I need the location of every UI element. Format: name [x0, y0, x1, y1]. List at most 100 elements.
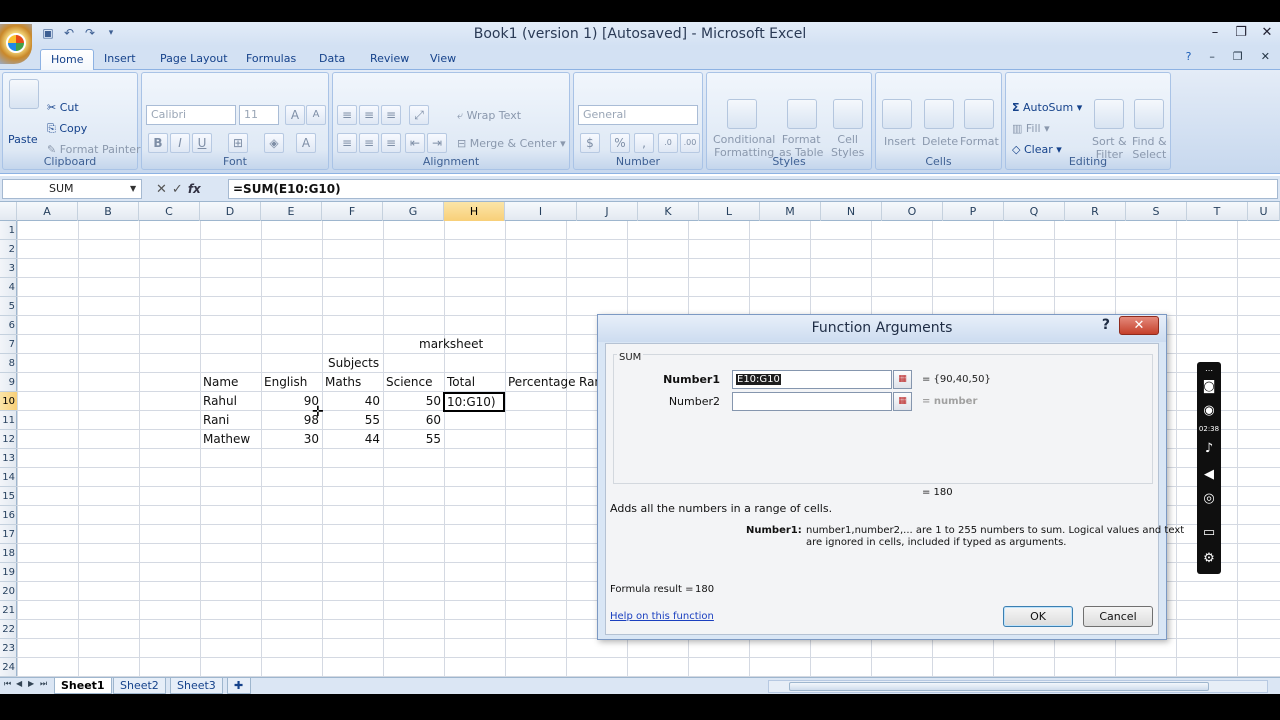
column-header[interactable]: F: [322, 202, 383, 221]
maths-score[interactable]: 44: [322, 430, 380, 449]
paste-icon[interactable]: [9, 79, 39, 109]
collapse-dialog-icon[interactable]: ▦: [893, 392, 912, 411]
sort-filter-icon[interactable]: [1094, 99, 1124, 129]
align-middle-icon[interactable]: ≡: [359, 105, 379, 125]
sheet-tab-sheet2[interactable]: Sheet2: [113, 678, 166, 694]
sheet-tab-sheet3[interactable]: Sheet3: [170, 678, 223, 694]
row-header[interactable]: 3: [0, 259, 17, 278]
office-button[interactable]: [0, 24, 32, 64]
maths-score[interactable]: 55: [322, 411, 380, 430]
row-header[interactable]: 14: [0, 468, 17, 487]
camera-icon[interactable]: ◙: [1199, 378, 1219, 396]
speaker-icon[interactable]: ◀: [1199, 466, 1219, 484]
header-total[interactable]: Total: [447, 373, 475, 392]
help-icon[interactable]: ?: [1186, 50, 1192, 63]
english-score[interactable]: 98: [261, 411, 319, 430]
restore-icon[interactable]: ❐: [1228, 22, 1254, 44]
row-header[interactable]: 24: [0, 658, 17, 677]
number2-input[interactable]: [732, 392, 892, 411]
workbook-minimize-icon[interactable]: –: [1209, 50, 1215, 63]
record-icon[interactable]: ◉: [1199, 402, 1219, 420]
horizontal-scroll-thumb[interactable]: [789, 682, 1209, 691]
workbook-close-icon[interactable]: ✕: [1261, 50, 1270, 63]
align-center-icon[interactable]: ≡: [359, 133, 379, 153]
student-name[interactable]: Rani: [203, 411, 229, 430]
format-cells-icon[interactable]: [964, 99, 994, 129]
row-header[interactable]: 18: [0, 544, 17, 563]
column-header[interactable]: K: [638, 202, 699, 221]
english-score[interactable]: 90: [261, 392, 319, 411]
align-right-icon[interactable]: ≡: [381, 133, 401, 153]
row-header[interactable]: 16: [0, 506, 17, 525]
maths-score[interactable]: 40: [322, 392, 380, 411]
borders-icon[interactable]: ⊞: [228, 133, 248, 153]
find-select-icon[interactable]: [1134, 99, 1164, 129]
row-header[interactable]: 17: [0, 525, 17, 544]
column-header[interactable]: Q: [1004, 202, 1065, 221]
row-header[interactable]: 8: [0, 354, 17, 373]
select-all-corner[interactable]: [0, 202, 17, 221]
header-english[interactable]: English: [264, 373, 307, 392]
science-score[interactable]: 55: [383, 430, 441, 449]
tab-review[interactable]: Review: [360, 49, 419, 70]
delete-cells-icon[interactable]: [924, 99, 954, 129]
header-science[interactable]: Science: [386, 373, 433, 392]
close-icon[interactable]: ✕: [1254, 22, 1280, 44]
column-header-selected[interactable]: H: [444, 202, 505, 221]
decrease-decimal-icon[interactable]: .00: [680, 133, 700, 153]
column-header[interactable]: E: [261, 202, 322, 221]
subjects-label[interactable]: Subjects: [328, 354, 379, 373]
fill-color-icon[interactable]: ◈: [264, 133, 284, 153]
column-header[interactable]: S: [1126, 202, 1187, 221]
column-header[interactable]: N: [821, 202, 882, 221]
row-header[interactable]: 19: [0, 563, 17, 582]
cancel-button[interactable]: Cancel: [1083, 606, 1153, 627]
italic-icon[interactable]: I: [170, 133, 190, 153]
column-header[interactable]: T: [1187, 202, 1248, 221]
merge-center-button[interactable]: ⊟ Merge & Center ▾: [457, 137, 566, 150]
format-cells-button[interactable]: Format: [960, 135, 999, 148]
row-header-selected[interactable]: 10: [0, 392, 17, 411]
dialog-help-icon[interactable]: ?: [1102, 317, 1110, 333]
header-name[interactable]: Name: [203, 373, 238, 392]
row-header[interactable]: 9: [0, 373, 17, 392]
row-header[interactable]: 11: [0, 411, 17, 430]
student-name[interactable]: Rahul: [203, 392, 237, 411]
align-bottom-icon[interactable]: ≡: [381, 105, 401, 125]
webcam-icon[interactable]: ◎: [1199, 490, 1219, 508]
column-header[interactable]: O: [882, 202, 943, 221]
collapse-dialog-icon[interactable]: ▦: [893, 370, 912, 389]
cell-styles-icon[interactable]: [833, 99, 863, 129]
dialog-close-button[interactable]: ✕: [1119, 316, 1159, 335]
row-header[interactable]: 21: [0, 601, 17, 620]
column-header[interactable]: A: [17, 202, 78, 221]
column-header[interactable]: I: [505, 202, 577, 221]
next-sheet-icon[interactable]: ▶: [28, 679, 34, 688]
wrap-text-button[interactable]: ⤶ Wrap Text: [457, 109, 521, 123]
format-as-table-icon[interactable]: [787, 99, 817, 129]
increase-indent-icon[interactable]: ⇥: [427, 133, 447, 153]
row-header[interactable]: 2: [0, 240, 17, 259]
row-header[interactable]: 4: [0, 278, 17, 297]
first-sheet-icon[interactable]: ⏮: [4, 679, 11, 689]
science-score[interactable]: 60: [383, 411, 441, 430]
last-sheet-icon[interactable]: ⏭: [40, 679, 47, 689]
tab-home[interactable]: Home: [40, 49, 95, 70]
align-left-icon[interactable]: ≡: [337, 133, 357, 153]
ok-button[interactable]: OK: [1003, 606, 1073, 627]
tab-view[interactable]: View: [420, 49, 466, 70]
active-cell-h10[interactable]: 10:G10): [443, 392, 505, 412]
font-color-icon[interactable]: A: [296, 133, 316, 153]
header-maths[interactable]: Maths: [325, 373, 361, 392]
insert-cells-icon[interactable]: [882, 99, 912, 129]
autosum-button[interactable]: Σ AutoSum ▾: [1012, 101, 1082, 114]
tab-formulas[interactable]: Formulas: [236, 49, 306, 70]
comma-icon[interactable]: ,: [634, 133, 654, 153]
row-header[interactable]: 13: [0, 449, 17, 468]
help-on-function-link[interactable]: Help on this function: [610, 611, 714, 622]
minimize-icon[interactable]: –: [1202, 22, 1228, 44]
tab-page-layout[interactable]: Page Layout: [150, 49, 238, 70]
tab-data[interactable]: Data: [309, 49, 355, 70]
number-format-box[interactable]: General: [578, 105, 698, 125]
prev-sheet-icon[interactable]: ◀: [16, 679, 22, 688]
